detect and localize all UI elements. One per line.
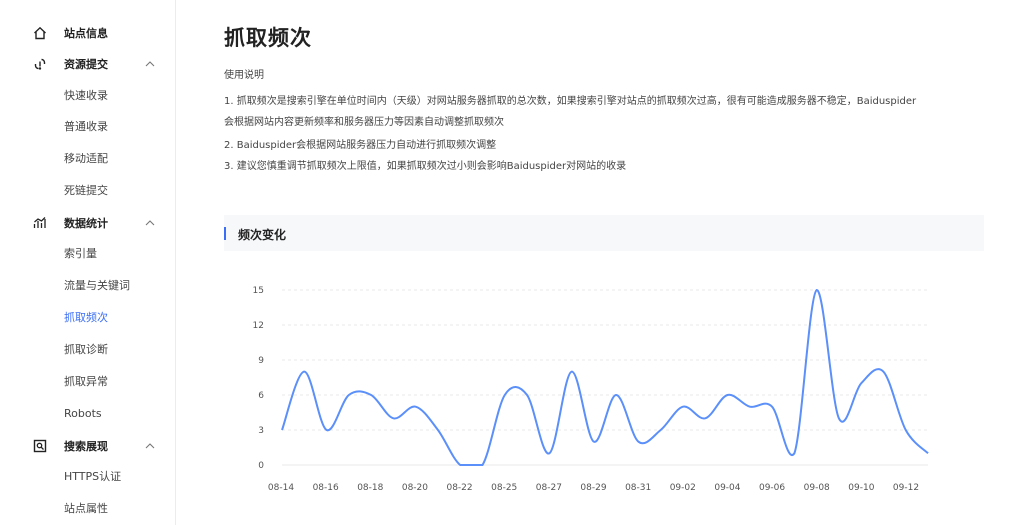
data-point[interactable] — [880, 369, 886, 375]
x-tick-label: 08-27 — [536, 483, 562, 493]
x-tick-label: 09-02 — [670, 483, 696, 493]
data-point[interactable] — [903, 427, 909, 433]
x-tick-label: 09-06 — [759, 483, 785, 493]
data-point[interactable] — [791, 450, 797, 456]
data-point[interactable] — [769, 404, 775, 410]
x-tick-label: 08-29 — [580, 483, 606, 493]
data-point[interactable] — [390, 415, 396, 421]
data-point[interactable] — [457, 462, 463, 468]
data-point[interactable] — [591, 439, 597, 445]
x-tick-label: 09-08 — [804, 483, 830, 493]
data-point[interactable] — [725, 392, 731, 398]
data-point[interactable] — [502, 392, 508, 398]
data-point[interactable] — [613, 392, 619, 398]
data-point[interactable] — [658, 427, 664, 433]
data-point[interactable] — [346, 392, 352, 398]
x-tick-label: 08-22 — [446, 483, 472, 493]
data-point[interactable] — [546, 450, 552, 456]
data-point[interactable] — [858, 380, 864, 386]
data-point[interactable] — [479, 462, 485, 468]
data-point[interactable] — [836, 415, 842, 421]
data-point[interactable] — [435, 427, 441, 433]
data-point[interactable] — [814, 287, 820, 293]
x-tick-label: 08-31 — [625, 483, 651, 493]
y-tick-label: 3 — [258, 426, 264, 436]
data-point[interactable] — [702, 415, 708, 421]
data-point[interactable] — [524, 392, 530, 398]
x-tick-label: 08-18 — [357, 483, 383, 493]
data-point[interactable] — [680, 404, 686, 410]
data-point[interactable] — [747, 404, 753, 410]
y-tick-label: 15 — [253, 286, 264, 296]
x-tick-label: 09-04 — [714, 483, 740, 493]
y-tick-label: 12 — [253, 321, 264, 331]
data-point[interactable] — [279, 427, 285, 433]
crawl-frequency-chart: 0 3 6 9 12 15 08-14 08-16 08-18 08-20 08-22 08-25 08… — [253, 286, 931, 493]
x-tick-label: 09-10 — [848, 483, 874, 493]
data-point[interactable] — [569, 369, 575, 375]
x-tick-label: 08-14 — [268, 483, 294, 493]
y-tick-label: 6 — [258, 391, 264, 401]
x-tick-label: 08-20 — [402, 483, 428, 493]
series-line — [281, 288, 929, 466]
x-tick-label: 08-16 — [313, 483, 339, 493]
data-point[interactable] — [368, 392, 374, 398]
data-point[interactable] — [324, 427, 330, 433]
x-tick-label: 08-25 — [491, 483, 517, 493]
y-tick-label: 0 — [258, 461, 264, 471]
data-point[interactable] — [301, 369, 307, 375]
y-tick-label: 9 — [258, 356, 264, 366]
data-point[interactable] — [925, 450, 931, 456]
data-point[interactable] — [413, 404, 419, 410]
x-tick-label: 09-12 — [893, 483, 919, 493]
data-point[interactable] — [635, 439, 641, 445]
